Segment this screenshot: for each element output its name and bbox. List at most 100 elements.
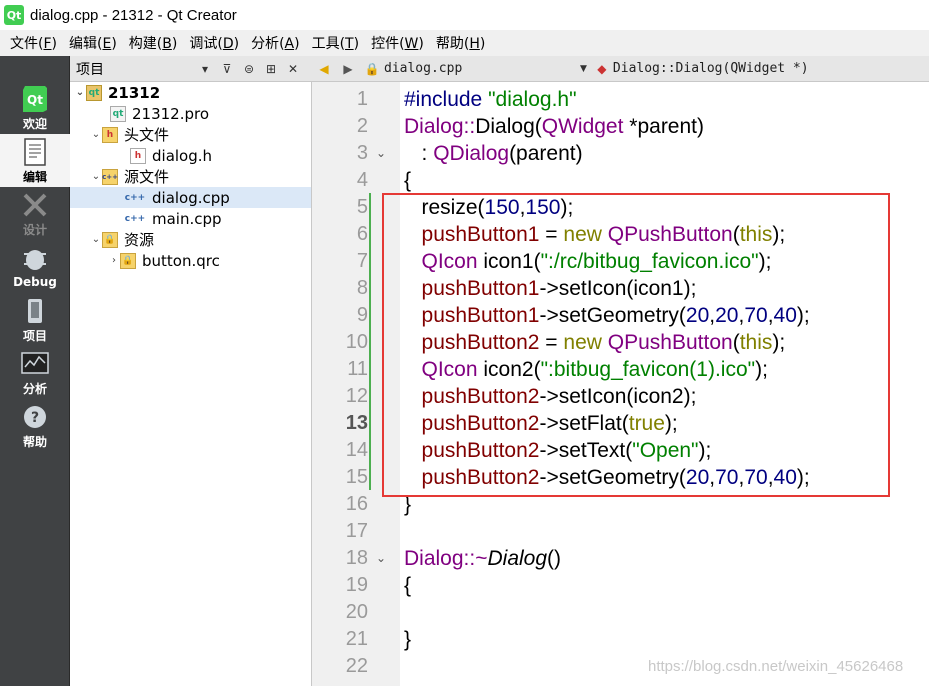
sync-link-icon[interactable]: ⊜ [238,59,260,79]
project-view-selector[interactable]: 项目 [76,59,194,79]
tree-label: 源文件 [124,168,170,186]
mode-edit[interactable]: 编辑 [0,134,70,187]
cpp-file-icon: c++ [124,213,146,224]
token: ::~ [463,547,488,570]
code-line-2: Dialog::Dialog(QWidget *parent) [404,113,704,140]
chevron-down-icon[interactable]: ▼ [580,64,587,74]
line-number: 3 [356,142,368,164]
line-number: 21 [345,628,368,650]
mode-debug[interactable]: Debug [0,240,70,293]
collapse-arrow-icon[interactable]: › [108,255,120,266]
menu-debug-label: 调试 [189,36,218,52]
folder-icon: c++ [102,168,118,185]
token: *parent) [623,115,704,138]
expand-arrow-icon[interactable]: ⌄ [90,234,102,245]
line-number: 16 [345,493,368,515]
menu-debug[interactable]: 调试(D) [183,33,245,53]
cpp-file-icon: c++ [124,192,146,203]
menu-widgets[interactable]: 控件(W) [365,33,430,53]
debug-bug-icon [20,244,50,274]
tree-item-resources[interactable]: ⌄ 🔒 资源 [70,229,311,250]
watermark: https://blog.csdn.net/weixin_45626468 [648,658,904,675]
tree-label: 资源 [124,231,155,249]
tree-item-source-file-main[interactable]: c++ main.cpp [70,208,311,229]
mode-projects-label: 项目 [22,328,47,343]
help-question-icon: ? [20,402,50,432]
design-pencil-icon [20,190,50,220]
menu-help-key: H [469,36,480,52]
back-arrow-icon[interactable]: ◀ [312,59,336,79]
token: Dialog [404,115,464,138]
line-number: 12 [345,385,368,407]
symbol-combo[interactable]: Dialog::Dialog(QWidget *) [613,61,809,76]
line-number: 11 [347,358,368,380]
mode-welcome[interactable]: Qt 欢迎 [0,81,70,134]
mode-analyze[interactable]: 分析 [0,346,70,399]
menu-debug-key: D [222,36,234,52]
mode-help[interactable]: ? 帮助 [0,399,70,452]
tree-label: 头文件 [124,126,170,144]
folder-icon: h [102,126,118,143]
menu-analyze[interactable]: 分析(A) [245,33,306,53]
tree-item-sources[interactable]: ⌄ c++ 源文件 [70,166,311,187]
tree-item-pro-file[interactable]: qt 21312.pro [70,103,311,124]
tree-item-header-file[interactable]: h dialog.h [70,145,311,166]
qt-creator-icon: Qt [4,5,24,25]
mode-design-label: 设计 [22,222,47,237]
menu-build[interactable]: 构建(B) [123,33,184,53]
expand-arrow-icon[interactable]: ⌄ [74,87,86,98]
change-marker [369,193,371,490]
menu-file-key: F [43,36,52,52]
tree-item-source-file-dialog[interactable]: c++ dialog.cpp [70,187,311,208]
line-number: 1 [356,88,368,110]
tree-item-headers[interactable]: ⌄ h 头文件 [70,124,311,145]
mode-analyze-label: 分析 [22,381,47,396]
tree-item-project[interactable]: ⌄ qt 21312 [70,82,311,103]
menu-tools[interactable]: 工具(T) [306,33,366,53]
line-number: 5 [356,196,368,218]
mode-design[interactable]: 设计 [0,187,70,240]
open-file-combo[interactable]: dialog.cpp [384,61,580,76]
fold-toggle-icon[interactable]: ⌄ [376,140,386,167]
menu-file-label: 文件 [10,36,38,52]
code-line-19: { [404,572,411,599]
token: Dialog [487,547,548,570]
menu-edit[interactable]: 编辑(E) [63,33,123,53]
menu-help[interactable]: 帮助(H) [430,33,491,53]
token: () [547,547,562,570]
menu-build-key: B [162,36,172,52]
code-line-3: : QDialog(parent) [404,140,583,167]
menu-edit-label: 编辑 [69,36,97,52]
svg-text:Qt: Qt [27,93,43,107]
expand-arrow-icon[interactable]: ⌄ [90,171,102,182]
projects-folder-icon [20,296,50,326]
fold-toggle-icon[interactable]: ⌄ [376,545,386,572]
token: QWidget [541,115,624,138]
menu-file[interactable]: 文件(F) [4,33,63,53]
pro-file-icon: qt [110,105,126,122]
menu-edit-key: E [102,36,112,52]
line-number: 8 [356,277,368,299]
menu-bar: 文件(F) 编辑(E) 构建(B) 调试(D) 分析(A) 工具(T) 控件(W… [0,30,929,56]
line-number: 2 [356,115,368,137]
line-number: 13 [345,412,368,434]
tree-item-resource-file[interactable]: › 🔒 button.qrc [70,250,311,271]
forward-arrow-icon[interactable]: ▶ [336,59,360,79]
mode-sidebar: Qt 欢迎 编辑 设计 Debug 项目 分析 ? 帮助 [0,56,70,686]
chevron-down-icon[interactable]: ▾ [194,59,216,79]
mode-projects[interactable]: 项目 [0,293,70,346]
qt-welcome-icon: Qt [20,84,50,114]
token: Dialog [404,547,464,570]
token: } [404,628,412,651]
header-file-icon: h [130,147,146,164]
editor-toolbar: ◀ ▶ 🔒 dialog.cpp ▼ ◆ Dialog::Dialog(QWid… [312,56,929,82]
line-number: 15 [345,466,368,488]
svg-text:?: ? [31,410,39,426]
token: QDialog [433,142,510,165]
lock-file-icon: 🔒 [120,252,136,269]
expand-arrow-icon[interactable]: ⌄ [90,129,102,140]
close-icon[interactable]: ✕ [282,59,304,79]
split-icon[interactable]: ⊞ [260,59,282,79]
filter-icon[interactable]: ⊽ [216,59,238,79]
token: (parent) [509,142,583,165]
